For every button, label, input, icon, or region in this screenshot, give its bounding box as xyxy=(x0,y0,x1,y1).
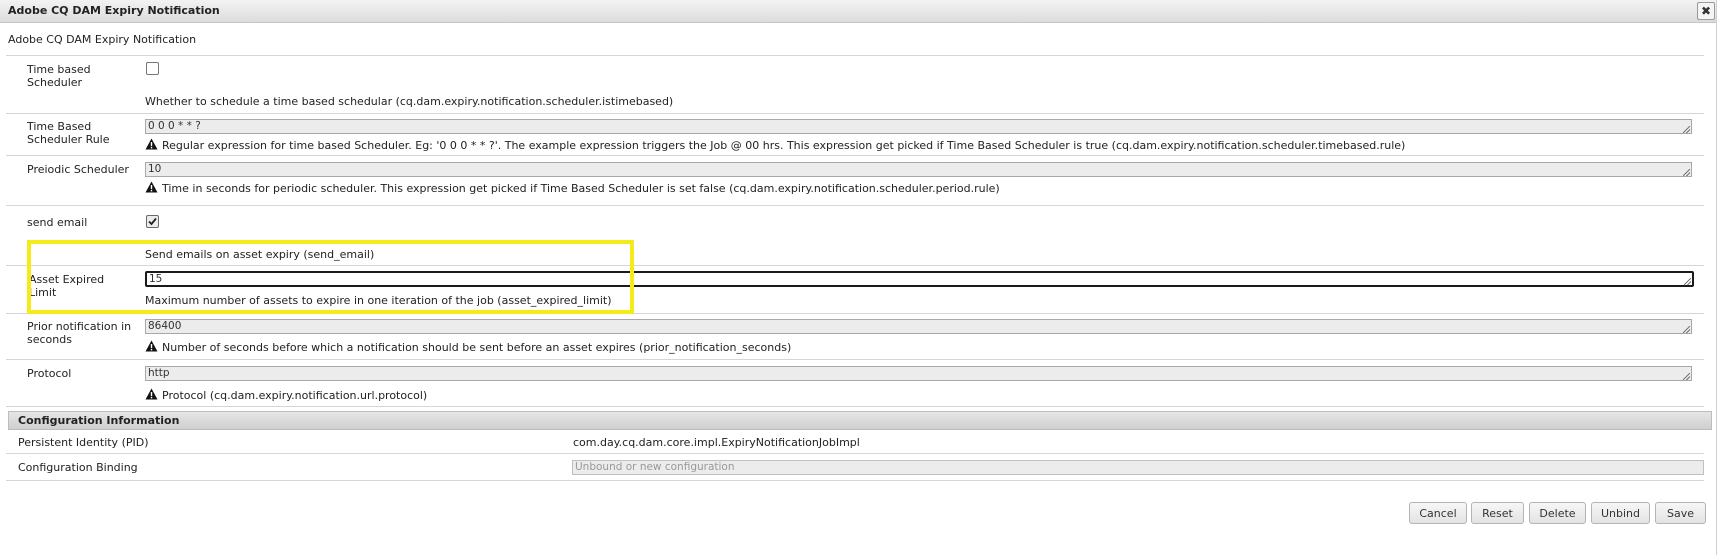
divider xyxy=(6,359,1704,360)
binding-label: Configuration Binding xyxy=(18,461,138,474)
save-button[interactable]: Save xyxy=(1655,502,1706,524)
divider xyxy=(6,406,1704,407)
protocol-description-text: Protocol (cq.dam.expiry.notification.url… xyxy=(162,389,428,402)
warning-icon xyxy=(145,138,158,150)
highlight-box xyxy=(27,240,634,314)
dialog-title: Adobe CQ DAM Expiry Notification xyxy=(8,4,220,17)
pid-value: com.day.cq.dam.core.impl.ExpiryNotificat… xyxy=(573,436,860,449)
dialog-titlebar: Adobe CQ DAM Expiry Notification ✖ xyxy=(0,0,1716,23)
divider xyxy=(6,453,1704,454)
divider xyxy=(6,155,1704,156)
divider xyxy=(6,113,1704,114)
close-icon[interactable]: ✖ xyxy=(1697,2,1715,20)
prior-notification-input[interactable]: 86400 xyxy=(145,319,1692,334)
scrollbar-track[interactable] xyxy=(1716,0,1717,555)
resize-grip-icon[interactable] xyxy=(1683,326,1690,333)
warning-icon xyxy=(145,388,158,400)
divider xyxy=(6,480,1704,481)
config-info-header: Configuration Information xyxy=(8,411,1712,430)
time-based-rule-description-text: Regular expression for time based Schedu… xyxy=(162,139,1406,152)
cancel-button[interactable]: Cancel xyxy=(1409,502,1467,524)
checkmark-icon xyxy=(148,217,157,226)
time-based-scheduler-description: Whether to schedule a time based schedul… xyxy=(145,95,674,108)
prior-notification-description: Number of seconds before which a notific… xyxy=(145,340,791,354)
prior-notification-value: 86400 xyxy=(148,320,182,332)
periodic-scheduler-value: 10 xyxy=(148,163,162,175)
protocol-label: Protocol xyxy=(27,367,72,380)
time-based-rule-input[interactable]: 0 0 0 * * ? xyxy=(145,119,1692,134)
send-email-label: send email xyxy=(27,216,88,229)
periodic-scheduler-label: Preiodic Scheduler xyxy=(27,163,129,176)
prior-notification-description-text: Number of seconds before which a notific… xyxy=(162,341,792,354)
periodic-scheduler-description-text: Time in seconds for periodic scheduler. … xyxy=(162,182,1000,195)
warning-icon xyxy=(145,340,158,352)
reset-button[interactable]: Reset xyxy=(1471,502,1524,524)
form-subtitle: Adobe CQ DAM Expiry Notification xyxy=(8,33,197,46)
resize-grip-icon[interactable] xyxy=(1683,126,1690,133)
delete-button[interactable]: Delete xyxy=(1529,502,1586,524)
pid-label: Persistent Identity (PID) xyxy=(18,436,149,449)
protocol-description: Protocol (cq.dam.expiry.notification.url… xyxy=(145,388,427,402)
time-based-rule-label: Time Based Scheduler Rule xyxy=(27,120,110,146)
warning-icon xyxy=(145,181,158,193)
prior-notification-label: Prior notification in seconds xyxy=(27,320,132,346)
resize-grip-icon[interactable] xyxy=(1683,373,1690,380)
periodic-scheduler-input[interactable]: 10 xyxy=(145,162,1692,177)
divider xyxy=(6,205,1704,206)
unbind-button[interactable]: Unbind xyxy=(1591,502,1650,524)
divider xyxy=(6,55,1704,56)
periodic-scheduler-description: Time in seconds for periodic scheduler. … xyxy=(145,181,1000,195)
time-based-scheduler-label: Time based Scheduler xyxy=(27,63,91,89)
protocol-value: http xyxy=(148,367,170,379)
protocol-input[interactable]: http xyxy=(145,366,1692,381)
resize-grip-icon[interactable] xyxy=(1684,278,1691,285)
binding-input[interactable]: Unbound or new configuration xyxy=(572,460,1704,475)
time-based-scheduler-checkbox[interactable] xyxy=(146,62,159,75)
send-email-checkbox[interactable] xyxy=(146,215,159,228)
resize-grip-icon[interactable] xyxy=(1683,169,1690,176)
time-based-rule-description: Regular expression for time based Schedu… xyxy=(145,138,1405,152)
config-info-title: Configuration Information xyxy=(18,414,180,427)
time-based-rule-value: 0 0 0 * * ? xyxy=(148,120,201,132)
